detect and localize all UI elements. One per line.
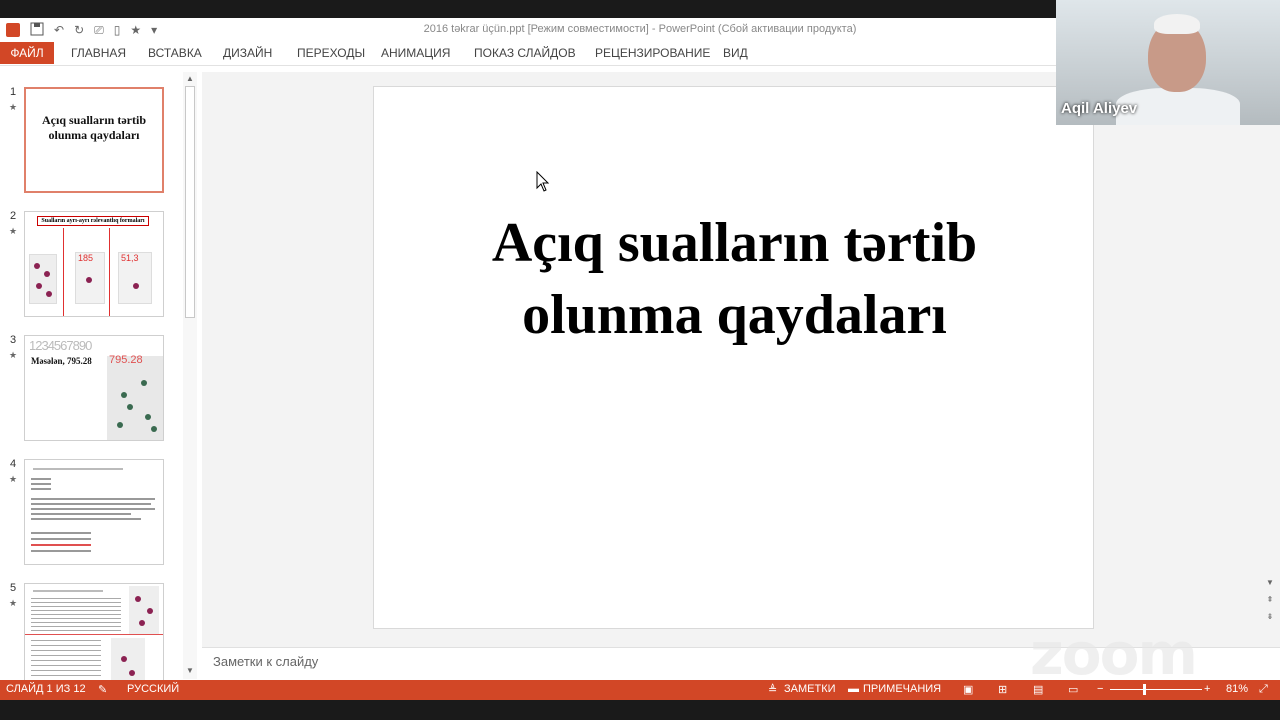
answer-grid <box>29 254 57 304</box>
digit-row: 1234567890 <box>29 338 92 353</box>
animation-star-icon: ★ <box>9 226 18 236</box>
thumb-number: 3 <box>10 334 17 346</box>
comments-toggle-button[interactable]: ПРИМЕЧАНИЯ <box>863 683 941 695</box>
tab-animations[interactable]: АНИМАЦИЯ <box>381 42 450 64</box>
answer-grid: 795.28 <box>107 354 163 440</box>
fit-to-window-icon[interactable]: ⤢ <box>1259 683 1268 696</box>
slide-sorter-icon[interactable]: ⊞ <box>998 683 1007 696</box>
notes-placeholder: Заметки к слайду <box>213 654 319 669</box>
thumbnail-number: 795.28 <box>109 354 143 366</box>
thumb-number: 4 <box>10 458 17 470</box>
slide-thumbnails-pane: 1 ★ Açıq sualların tərtib olunma qaydala… <box>0 72 200 689</box>
scroll-down-icon[interactable]: ▼ <box>1263 578 1277 587</box>
scroll-up-icon[interactable]: ▲ <box>186 74 194 83</box>
participant-name: Aqil Aliyev <box>1061 100 1138 117</box>
previous-slide-icon[interactable]: ⇞ <box>1263 595 1277 604</box>
mouse-cursor-icon <box>536 171 550 192</box>
slide-thumbnail-3[interactable]: 1234567890 Məsələn, 795.28 795.28 <box>24 335 164 441</box>
thumbnail-title: Sualların ayrı-ayrı rəlevantlıq formalar… <box>37 216 149 226</box>
animation-star-icon: ★ <box>9 102 18 112</box>
slide-thumbnail-2[interactable]: Sualların ayrı-ayrı rəlevantlıq formalar… <box>24 211 164 317</box>
thumbnails-scrollbar[interactable]: ▲ ▼ <box>183 72 197 679</box>
tab-slideshow[interactable]: ПОКАЗ СЛАЙДОВ <box>474 42 576 64</box>
divider <box>63 228 64 316</box>
tab-home[interactable]: ГЛАВНАЯ <box>71 42 126 64</box>
spellcheck-icon[interactable]: ✎ <box>98 683 107 696</box>
notes-toggle-icon[interactable]: ≜ <box>768 683 777 696</box>
zoom-level[interactable]: 81% <box>1226 683 1248 695</box>
scroll-down-icon[interactable]: ▼ <box>186 666 194 675</box>
animation-star-icon: ★ <box>9 474 18 484</box>
zoom-in-icon[interactable]: + <box>1204 683 1210 695</box>
zoom-watermark-logo: zoom <box>1030 620 1198 688</box>
tab-design[interactable]: ДИЗАЙН <box>223 42 272 64</box>
powerpoint-window: ↶ ↻ ⎚ ▯ ★ ▾ 2016 təkrar üçün.ppt [Режим … <box>0 0 1280 720</box>
answer-grid <box>129 586 159 634</box>
slide-counter: СЛАЙД 1 ИЗ 12 <box>6 683 86 695</box>
comments-icon[interactable]: ▬ <box>848 683 859 695</box>
participant-video[interactable]: Aqil Aliyev <box>1056 0 1280 125</box>
thumb-number: 5 <box>10 582 17 594</box>
next-slide-icon[interactable]: ⇟ <box>1263 612 1277 621</box>
editor-scroll-controls: ▼ ⇞ ⇟ <box>1263 578 1277 646</box>
slide-thumbnail-4[interactable] <box>24 459 164 565</box>
normal-view-icon[interactable]: ▣ <box>963 683 973 696</box>
slide-thumbnail-1[interactable]: Açıq sualların tərtib olunma qaydaları <box>24 87 164 193</box>
thumb-number: 1 <box>10 86 17 98</box>
notes-toggle-button[interactable]: ЗАМЕТКИ <box>784 683 836 695</box>
tab-view[interactable]: ВИД <box>723 42 748 64</box>
bottom-dark-bar <box>0 700 1280 720</box>
tab-insert[interactable]: ВСТАВКА <box>148 42 202 64</box>
slide-title-line-2: olunma qaydaları <box>522 284 947 346</box>
thumbnail-number: 185 <box>78 253 94 263</box>
answer-grid: 51,3 <box>118 252 152 304</box>
slide-thumbnail-5[interactable] <box>24 583 164 689</box>
zoom-slider[interactable] <box>1110 689 1202 690</box>
current-slide[interactable]: Açıq sualların tərtib olunma qaydaları <box>373 86 1094 629</box>
scrollbar-thumb[interactable] <box>185 86 195 318</box>
answer-grid: 185 <box>75 252 105 304</box>
tab-file[interactable]: ФАЙЛ <box>0 42 54 64</box>
thumbnail-title: Açıq sualların tərtib olunma qaydaları <box>42 113 146 142</box>
animation-star-icon: ★ <box>9 598 18 608</box>
slide-title[interactable]: Açıq sualların tərtib olunma qaydaları <box>374 207 1095 351</box>
thumb-number: 2 <box>10 210 17 222</box>
slide-title-line-1: Açıq sualların tərtib <box>491 212 978 274</box>
thumbnail-number: 51,3 <box>121 253 139 263</box>
animation-star-icon: ★ <box>9 350 18 360</box>
divider <box>109 228 110 316</box>
thumbnail-title: Məsələn, 795.28 <box>31 356 92 366</box>
tab-review[interactable]: РЕЦЕНЗИРОВАНИЕ <box>595 42 710 64</box>
tab-transitions[interactable]: ПЕРЕХОДЫ <box>297 42 365 64</box>
language-indicator[interactable]: РУССКИЙ <box>127 683 179 695</box>
